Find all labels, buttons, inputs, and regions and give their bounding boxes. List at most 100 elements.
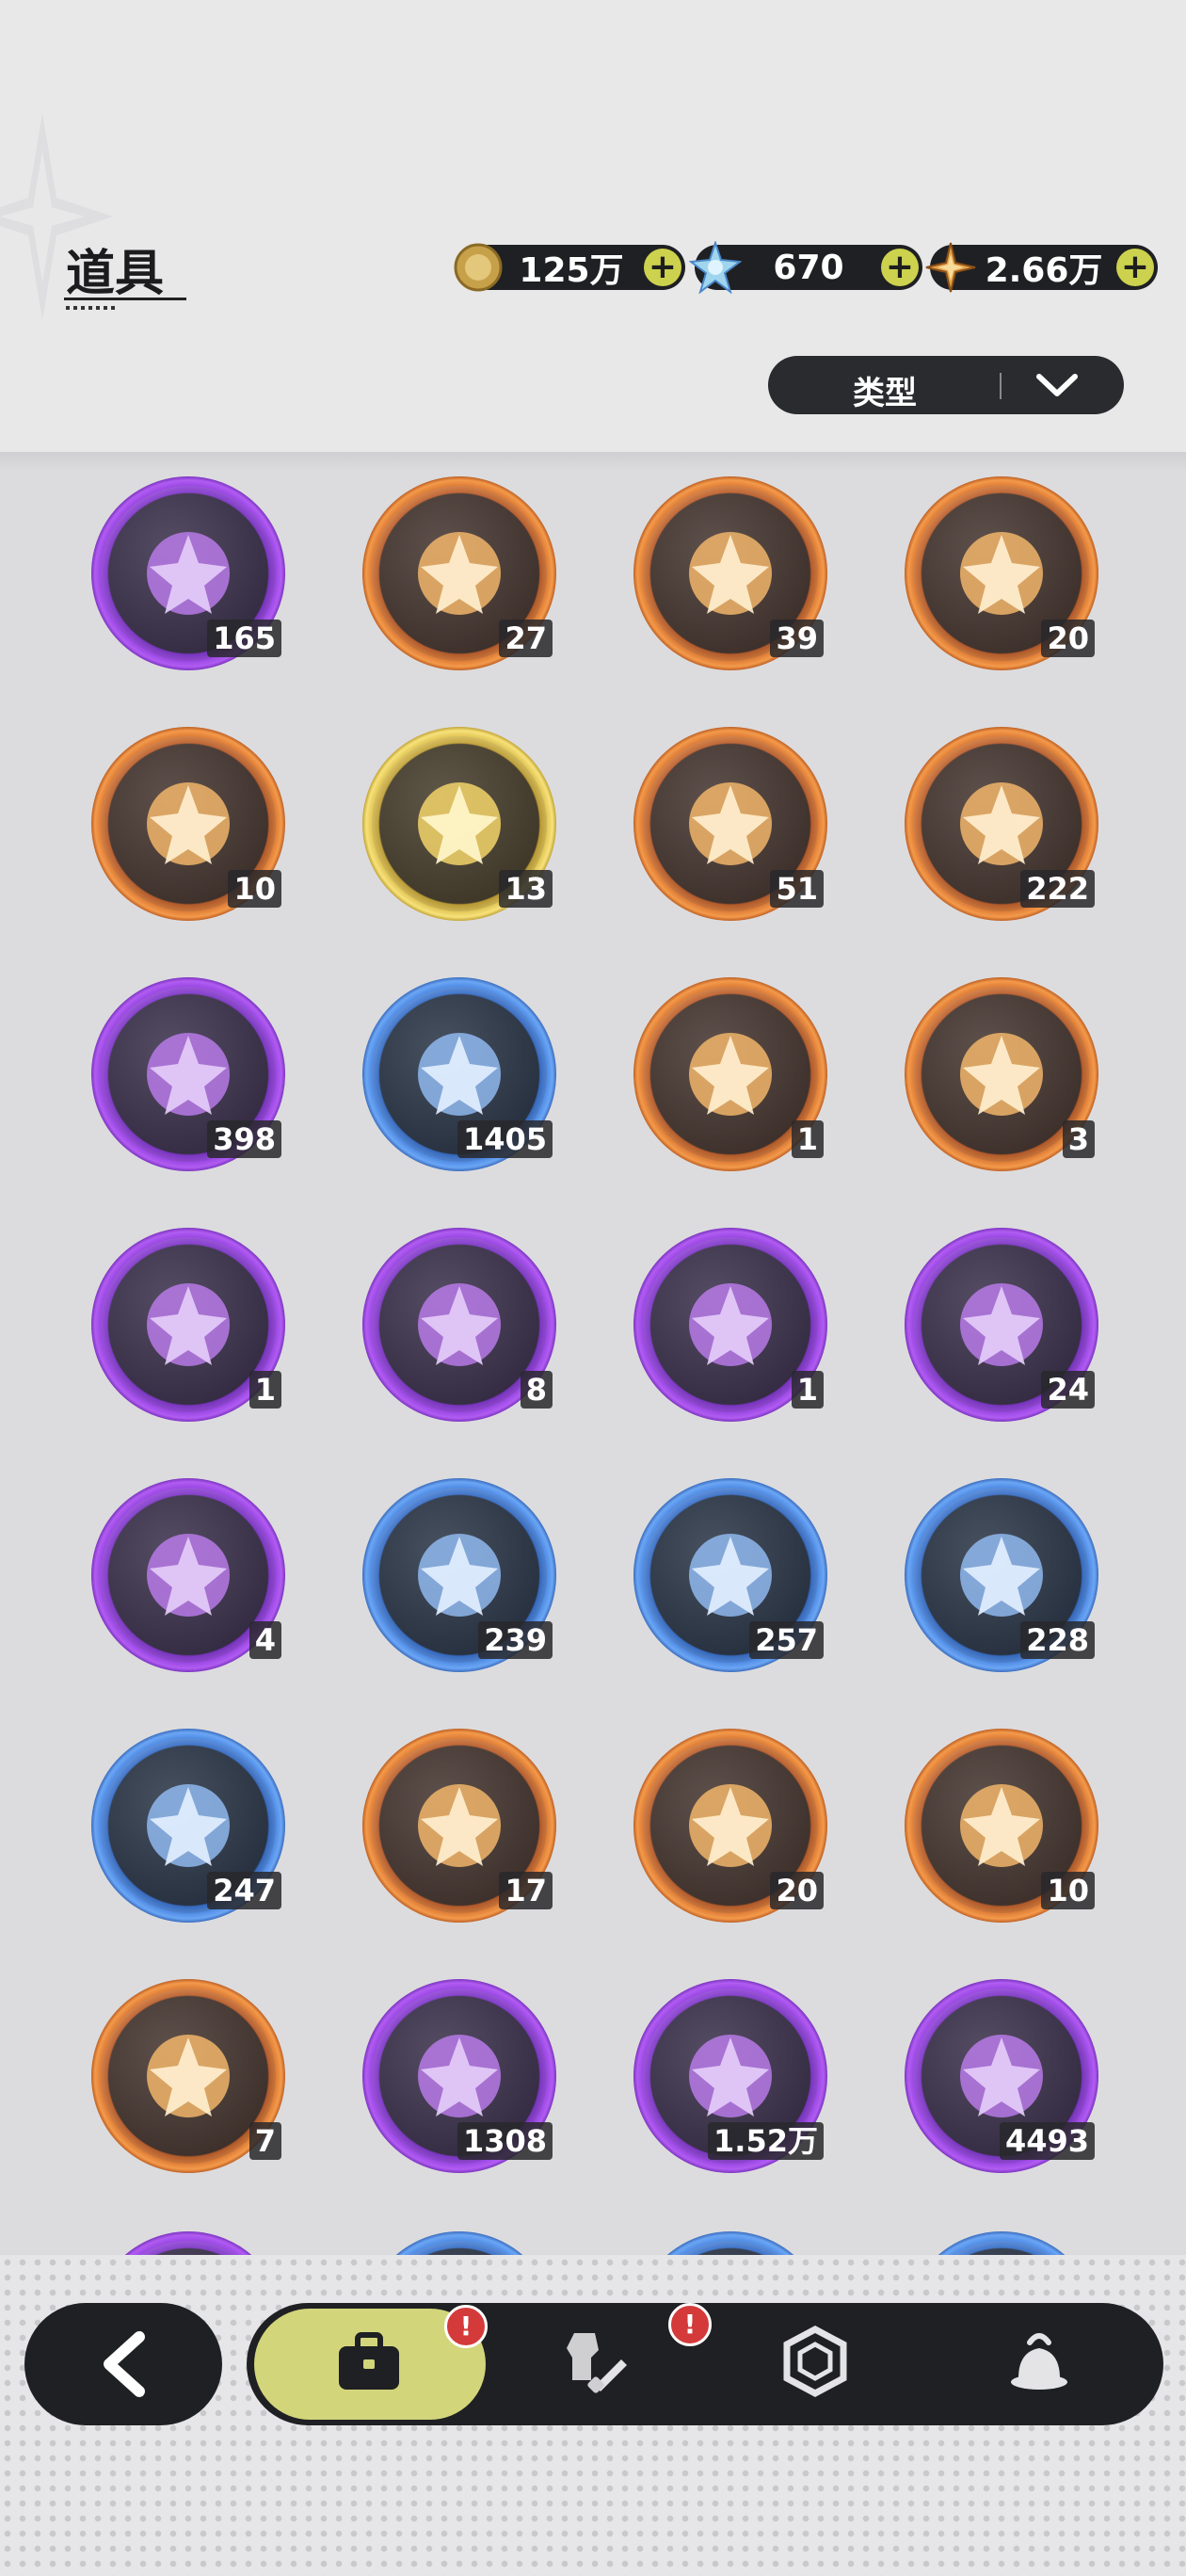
inventory-item[interactable]: 1.52万	[633, 1979, 827, 2173]
inventory-item-partial[interactable]	[362, 2231, 556, 2255]
inventory-item[interactable]: 1405	[362, 977, 556, 1171]
item-count: 17	[499, 1872, 553, 1909]
tab-gems[interactable]	[768, 2314, 862, 2408]
item-count: 8	[520, 1371, 553, 1409]
item-count: 1.52万	[708, 2122, 824, 2160]
armor-sword-icon	[567, 2333, 627, 2393]
tab-equipment[interactable]	[546, 2314, 640, 2408]
inventory-item[interactable]: 398	[91, 977, 285, 1171]
inventory-item[interactable]: 4493	[905, 1979, 1098, 2173]
item-count: 13	[499, 870, 553, 908]
item-count: 10	[228, 870, 281, 908]
refresh-card-icon	[689, 1033, 772, 1116]
inventory-item-partial[interactable]	[905, 2231, 1098, 2255]
item-count: 24	[1041, 1371, 1095, 1409]
bronze-card-icon	[960, 782, 1043, 865]
blue-card-icon	[418, 1033, 501, 1116]
inventory-item[interactable]: 10	[91, 727, 285, 921]
inventory-item[interactable]: 17	[362, 1729, 556, 1923]
currency-gold-value: 125万	[519, 251, 624, 290]
star-shard-icon	[925, 242, 976, 293]
filter-label: 类型	[853, 375, 917, 412]
inventory-item[interactable]: 20	[633, 1729, 827, 1923]
purple-card-icon	[147, 1033, 230, 1116]
inventory-item[interactable]: 27	[362, 476, 556, 670]
inventory-item[interactable]: 257	[633, 1478, 827, 1672]
crystal-icon	[689, 241, 742, 294]
inventory-item[interactable]: 239	[362, 1478, 556, 1672]
fist-token-icon	[689, 2035, 772, 2117]
inventory-item[interactable]: 1	[633, 977, 827, 1171]
item-count: 1	[791, 1120, 824, 1158]
currency-crystal: 670 +	[689, 241, 922, 294]
shirt-token-icon	[689, 1784, 772, 1867]
currency-star-shard-value: 2.66万	[985, 251, 1103, 290]
inventory-item[interactable]: 8	[362, 1228, 556, 1422]
inventory-item[interactable]: 1	[633, 1228, 827, 1422]
item-frame	[905, 2231, 1098, 2255]
inventory-item[interactable]: 13	[362, 727, 556, 921]
inventory-item[interactable]: 51	[633, 727, 827, 921]
currency-gold: 125万 +	[454, 243, 685, 292]
notification-badge: !	[444, 2305, 488, 2348]
inventory-item[interactable]: 7	[91, 1979, 285, 2173]
hammer-icon	[147, 1784, 230, 1867]
item-count: 20	[770, 1872, 824, 1909]
tab-food[interactable]	[992, 2314, 1086, 2408]
title-underline	[64, 298, 186, 300]
filter-divider	[1000, 373, 1002, 399]
magic-mirror-icon	[689, 1283, 772, 1366]
purple-star-crystal-icon	[418, 532, 501, 615]
item-count: 228	[1020, 1621, 1095, 1659]
inventory-item[interactable]: 4	[91, 1478, 285, 1672]
silver-coin-icon	[960, 2035, 1043, 2117]
add-crystal-button[interactable]: +	[881, 249, 919, 286]
notification-badge: !	[668, 2303, 712, 2346]
inventory-item[interactable]: 39	[633, 476, 827, 670]
inventory-item-partial[interactable]	[633, 2231, 827, 2255]
briefcase-icon	[339, 2332, 399, 2390]
add-gold-button[interactable]: +	[644, 249, 681, 286]
add-star-shard-button[interactable]: +	[1116, 249, 1154, 286]
item-count: 1405	[457, 1120, 553, 1158]
item-count: 27	[499, 620, 553, 657]
rainbow-card-icon	[689, 782, 772, 865]
item-count: 239	[478, 1621, 553, 1659]
chevron-left-icon	[104, 2331, 145, 2397]
item-count: 1308	[457, 2122, 553, 2160]
inventory-item[interactable]: 222	[905, 727, 1098, 921]
inventory-item[interactable]: 228	[905, 1478, 1098, 1672]
inventory-item[interactable]: 24	[905, 1228, 1098, 1422]
back-button[interactable]	[24, 2303, 222, 2425]
inventory-item[interactable]: 3	[905, 977, 1098, 1171]
gift-box-icon	[147, 1283, 230, 1366]
shovel-icon	[418, 1534, 501, 1617]
inventory-item[interactable]: 247	[91, 1729, 285, 1923]
item-count: 1	[791, 1371, 824, 1409]
prize-wheel-ticket-icon	[960, 1784, 1043, 1867]
plush-toy-fragment-icon	[147, 532, 230, 615]
item-count: 51	[770, 870, 824, 908]
inventory-item[interactable]: 20	[905, 476, 1098, 670]
pickaxe-icon	[960, 1534, 1043, 1617]
hexagon-gem-icon	[783, 2326, 847, 2397]
gold-coin-icon	[454, 243, 503, 292]
item-count: 165	[207, 620, 281, 657]
item-count: 4493	[999, 2122, 1095, 2160]
inventory-item[interactable]: 1308	[362, 1979, 556, 2173]
item-count: 4	[248, 1621, 281, 1659]
item-frame	[633, 2231, 827, 2255]
type-filter-dropdown[interactable]: 类型	[768, 356, 1124, 414]
rainbow-ticket-icon	[147, 2035, 230, 2117]
item-count: 39	[770, 620, 824, 657]
item-count: 222	[1020, 870, 1095, 908]
inventory-item-partial[interactable]	[91, 2231, 285, 2255]
gold-card-icon	[418, 782, 501, 865]
inventory-item[interactable]: 10	[905, 1729, 1098, 1923]
item-count: 398	[207, 1120, 281, 1158]
inventory-grid: 165 27 39 20 10 13 51 222 398 1405 1 3 1 8 1 24 4 239 257 2…	[0, 452, 1186, 2255]
inventory-item[interactable]: 165	[91, 476, 285, 670]
inventory-item[interactable]: 1	[91, 1228, 285, 1422]
item-count: 7	[248, 2122, 281, 2160]
chevron-down-icon	[1036, 374, 1078, 396]
